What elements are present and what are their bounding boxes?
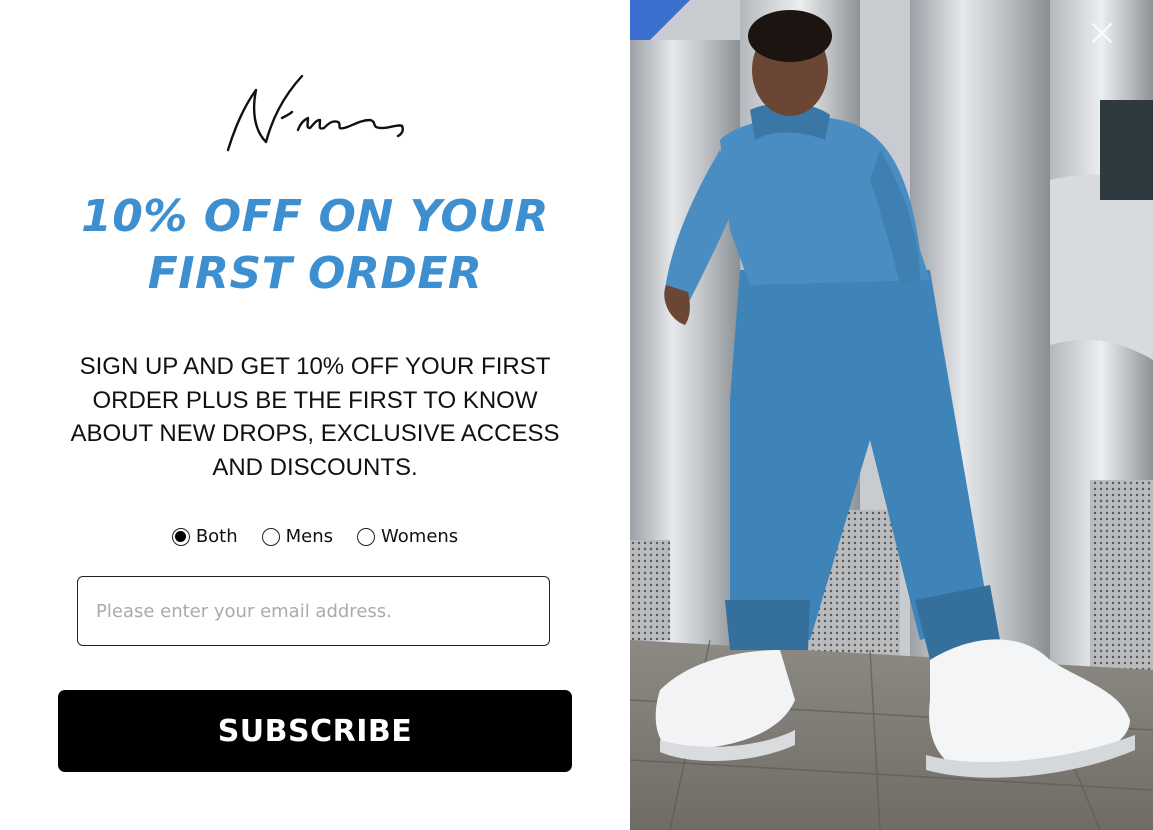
headline-line-2: FIRST ORDER — [147, 248, 483, 299]
radio-label-both: Both — [195, 526, 238, 547]
radio-option-mens[interactable]: Mens — [261, 526, 334, 547]
close-icon — [1092, 23, 1112, 43]
gender-radio-group: Both Mens Womens — [0, 526, 630, 547]
email-field[interactable] — [77, 576, 550, 646]
signup-description: SIGN UP AND GET 10% OFF YOUR FIRST ORDER… — [70, 353, 560, 481]
radio-option-womens[interactable]: Womens — [357, 526, 458, 547]
subscribe-button[interactable]: SUBSCRIBE — [58, 690, 572, 772]
headline-line-1: 10% OFF ON YOUR — [81, 191, 549, 242]
radio-option-both[interactable]: Both — [171, 526, 238, 547]
radio-button-both[interactable] — [171, 527, 190, 546]
signup-panel: 10% OFF ON YOUR FIRST ORDER SIGN UP AND … — [0, 0, 630, 830]
radio-button-womens[interactable] — [357, 527, 376, 546]
model-illustration — [630, 0, 1153, 830]
radio-label-mens: Mens — [285, 526, 334, 547]
close-button[interactable] — [1087, 18, 1117, 48]
brand-logo — [220, 70, 410, 160]
radio-label-womens: Womens — [381, 526, 459, 547]
hero-photo — [630, 0, 1153, 830]
radio-button-mens[interactable] — [261, 527, 280, 546]
offer-headline: 10% OFF ON YOUR FIRST ORDER — [0, 188, 630, 302]
